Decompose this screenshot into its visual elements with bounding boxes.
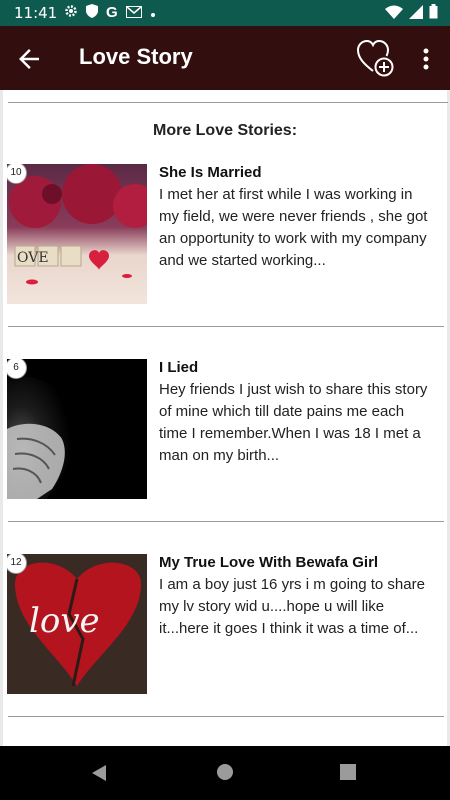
story-item[interactable]: 6 I Lied Hey friends I just wish to shar…	[3, 359, 447, 554]
google-icon: G	[106, 4, 118, 21]
story-thumbnail[interactable]: love 12	[7, 554, 147, 694]
signal-icon	[409, 4, 423, 24]
story-snippet: Hey friends I just wish to share this st…	[159, 381, 428, 464]
system-nav-bar	[0, 746, 450, 800]
status-bar: 11:41 G	[0, 0, 450, 26]
story-title[interactable]: My True Love With Bewafa Girl	[159, 554, 378, 571]
story-thumbnail[interactable]: 6	[7, 359, 147, 499]
wifi-icon	[385, 5, 403, 24]
status-time: 11:41	[14, 4, 58, 22]
story-snippet: I met her at first while I was working i…	[159, 186, 428, 269]
more-vert-icon	[423, 48, 429, 70]
story-item[interactable]: love 12 My True Love With Bewafa Girl I …	[3, 554, 447, 749]
story-item[interactable]: OVE 10 She Is Married I met her at first…	[3, 164, 447, 359]
status-notification-icons: G	[64, 4, 156, 21]
app-bar: Love Story	[0, 26, 450, 90]
story-image-text: OVE	[17, 250, 49, 266]
square-recents-icon	[340, 764, 356, 780]
dot-icon	[150, 5, 156, 21]
nav-back-button[interactable]	[90, 763, 108, 788]
arrow-back-icon	[19, 49, 39, 69]
add-favorite-button[interactable]	[356, 38, 396, 78]
divider	[8, 326, 444, 327]
gmail-icon	[125, 5, 142, 21]
story-snippet: I am a boy just 16 yrs i m going to shar…	[159, 576, 425, 637]
nav-home-button[interactable]	[216, 763, 234, 786]
divider	[8, 521, 444, 522]
story-image-text: love	[29, 601, 100, 641]
settings-icon	[64, 4, 78, 21]
heart-plus-icon	[356, 39, 394, 77]
section-title: More Love Stories:	[152, 122, 298, 139]
triangle-back-icon	[92, 765, 106, 781]
divider	[8, 716, 444, 717]
divider	[8, 102, 448, 103]
back-button[interactable]	[14, 44, 44, 74]
page-title: Love Story	[79, 44, 193, 69]
more-options-button[interactable]	[418, 44, 434, 74]
battery-icon	[429, 4, 438, 24]
shield-icon	[86, 4, 98, 21]
stories-card: More Love Stories: OVE 10 She Is Married…	[3, 90, 448, 749]
nav-recents-button[interactable]	[340, 764, 356, 785]
circle-home-icon	[217, 764, 233, 780]
story-thumbnail[interactable]: OVE 10	[7, 164, 147, 304]
story-title[interactable]: She Is Married	[159, 164, 262, 181]
story-title[interactable]: I Lied	[159, 359, 198, 376]
status-system-icons	[385, 4, 438, 24]
content-area: More Love Stories: OVE 10 She Is Married…	[0, 90, 450, 746]
